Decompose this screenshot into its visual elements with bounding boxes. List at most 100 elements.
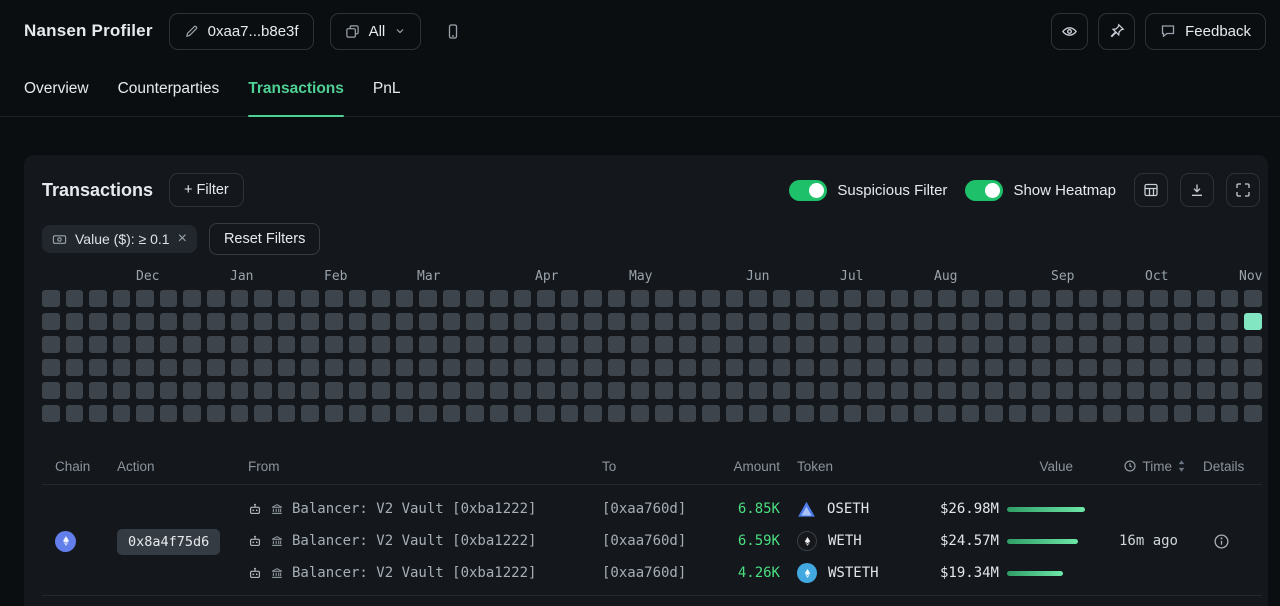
heatmap-cell[interactable] — [796, 336, 814, 353]
heatmap-cell[interactable] — [301, 405, 319, 422]
heatmap-cell[interactable] — [914, 359, 932, 376]
heatmap-cell[interactable] — [1056, 313, 1074, 330]
download-button[interactable] — [1180, 173, 1214, 207]
heatmap-cell[interactable] — [42, 336, 60, 353]
heatmap-cell[interactable] — [490, 359, 508, 376]
info-icon[interactable] — [1213, 533, 1262, 550]
heatmap-cell[interactable] — [113, 336, 131, 353]
heatmap-cell[interactable] — [631, 336, 649, 353]
heatmap-cell[interactable] — [372, 290, 390, 307]
heatmap-cell[interactable] — [1103, 359, 1121, 376]
heatmap-cell[interactable] — [914, 290, 932, 307]
heatmap-cell[interactable] — [372, 313, 390, 330]
heatmap-cell[interactable] — [1150, 290, 1168, 307]
heatmap-cell[interactable] — [396, 313, 414, 330]
heatmap-cell[interactable] — [773, 313, 791, 330]
heatmap-cell[interactable] — [938, 382, 956, 399]
token-label[interactable]: WETH — [828, 533, 862, 549]
heatmap-cell[interactable] — [1009, 405, 1027, 422]
heatmap-cell[interactable] — [466, 336, 484, 353]
heatmap-cell[interactable] — [514, 290, 532, 307]
heatmap-cell[interactable] — [1244, 405, 1262, 422]
heatmap-cell[interactable] — [962, 336, 980, 353]
suspicious-filter-toggle[interactable]: Suspicious Filter — [789, 180, 947, 201]
heatmap-cell[interactable] — [1127, 313, 1145, 330]
heatmap-cell[interactable] — [702, 313, 720, 330]
heatmap-cell[interactable] — [773, 290, 791, 307]
header-amount[interactable]: Amount — [714, 459, 780, 474]
from-entry[interactable]: Balancer: V2 Vault [0xba1222] — [248, 493, 602, 525]
pin-button[interactable] — [1098, 13, 1135, 50]
heatmap-cell[interactable] — [89, 313, 107, 330]
heatmap-cell[interactable] — [301, 313, 319, 330]
heatmap-cell[interactable] — [278, 382, 296, 399]
heatmap-cell[interactable] — [113, 382, 131, 399]
heatmap-cell[interactable] — [702, 290, 720, 307]
heatmap-cell[interactable] — [631, 382, 649, 399]
heatmap-cell[interactable] — [796, 382, 814, 399]
heatmap-cell[interactable] — [749, 405, 767, 422]
heatmap-cell[interactable] — [608, 359, 626, 376]
heatmap-cell[interactable] — [1103, 313, 1121, 330]
network-selector-button[interactable]: All — [330, 13, 422, 50]
heatmap-cell[interactable] — [278, 405, 296, 422]
heatmap-cell[interactable] — [867, 290, 885, 307]
chip-remove-icon[interactable]: × — [178, 231, 187, 247]
heatmap-cell[interactable] — [419, 382, 437, 399]
header-details[interactable]: Details — [1185, 459, 1262, 474]
heatmap-cell[interactable] — [773, 359, 791, 376]
heatmap-cell[interactable] — [183, 290, 201, 307]
heatmap-cell[interactable] — [278, 313, 296, 330]
heatmap-cell[interactable] — [938, 313, 956, 330]
heatmap-cell[interactable] — [160, 313, 178, 330]
heatmap-cell[interactable] — [325, 405, 343, 422]
heatmap-cell[interactable] — [301, 382, 319, 399]
heatmap-cell[interactable] — [1079, 290, 1097, 307]
heatmap-cell[interactable] — [254, 313, 272, 330]
heatmap-cell[interactable] — [183, 405, 201, 422]
header-time[interactable]: Time — [1085, 459, 1185, 474]
heatmap-cell[interactable] — [867, 313, 885, 330]
heatmap-cell[interactable] — [749, 336, 767, 353]
heatmap-cell[interactable] — [891, 405, 909, 422]
heatmap-cell[interactable] — [726, 336, 744, 353]
heatmap-cell[interactable] — [867, 382, 885, 399]
heatmap-cell[interactable] — [914, 313, 932, 330]
heatmap-cell[interactable] — [349, 405, 367, 422]
mobile-icon[interactable] — [445, 23, 461, 40]
heatmap-cell[interactable] — [962, 382, 980, 399]
heatmap-cell[interactable] — [726, 313, 744, 330]
heatmap-cell[interactable] — [443, 336, 461, 353]
heatmap-cell[interactable] — [537, 405, 555, 422]
heatmap-cell[interactable] — [136, 336, 154, 353]
heatmap-cell[interactable] — [1174, 290, 1192, 307]
heatmap-cell[interactable] — [985, 382, 1003, 399]
heatmap-cell[interactable] — [1244, 359, 1262, 376]
heatmap-cell[interactable] — [490, 290, 508, 307]
heatmap-cell[interactable] — [844, 290, 862, 307]
heatmap-cell[interactable] — [679, 290, 697, 307]
token-label[interactable]: OSETH — [827, 501, 869, 517]
heatmap-cell[interactable] — [325, 336, 343, 353]
heatmap-cell[interactable] — [396, 405, 414, 422]
heatmap-cell[interactable] — [1032, 313, 1050, 330]
heatmap-cell[interactable] — [891, 313, 909, 330]
heatmap-cell[interactable] — [183, 313, 201, 330]
heatmap-cell[interactable] — [1150, 313, 1168, 330]
heatmap-cell[interactable] — [254, 405, 272, 422]
heatmap-cell[interactable] — [1197, 405, 1215, 422]
heatmap-cell[interactable] — [1174, 405, 1192, 422]
from-entry[interactable]: Balancer: V2 Vault [0xba1222] — [248, 557, 602, 589]
from-entry[interactable]: Balancer: V2 Vault [0xba1222] — [248, 525, 602, 557]
heatmap-cell[interactable] — [207, 290, 225, 307]
heatmap-cell[interactable] — [372, 382, 390, 399]
heatmap-cell[interactable] — [820, 336, 838, 353]
heatmap-cell[interactable] — [301, 359, 319, 376]
heatmap-cell[interactable] — [514, 359, 532, 376]
header-token[interactable]: Token — [780, 459, 915, 474]
heatmap-cell[interactable] — [679, 405, 697, 422]
heatmap-cell[interactable] — [891, 290, 909, 307]
heatmap-cell[interactable] — [679, 359, 697, 376]
heatmap-cell[interactable] — [89, 382, 107, 399]
heatmap-cell[interactable] — [325, 359, 343, 376]
